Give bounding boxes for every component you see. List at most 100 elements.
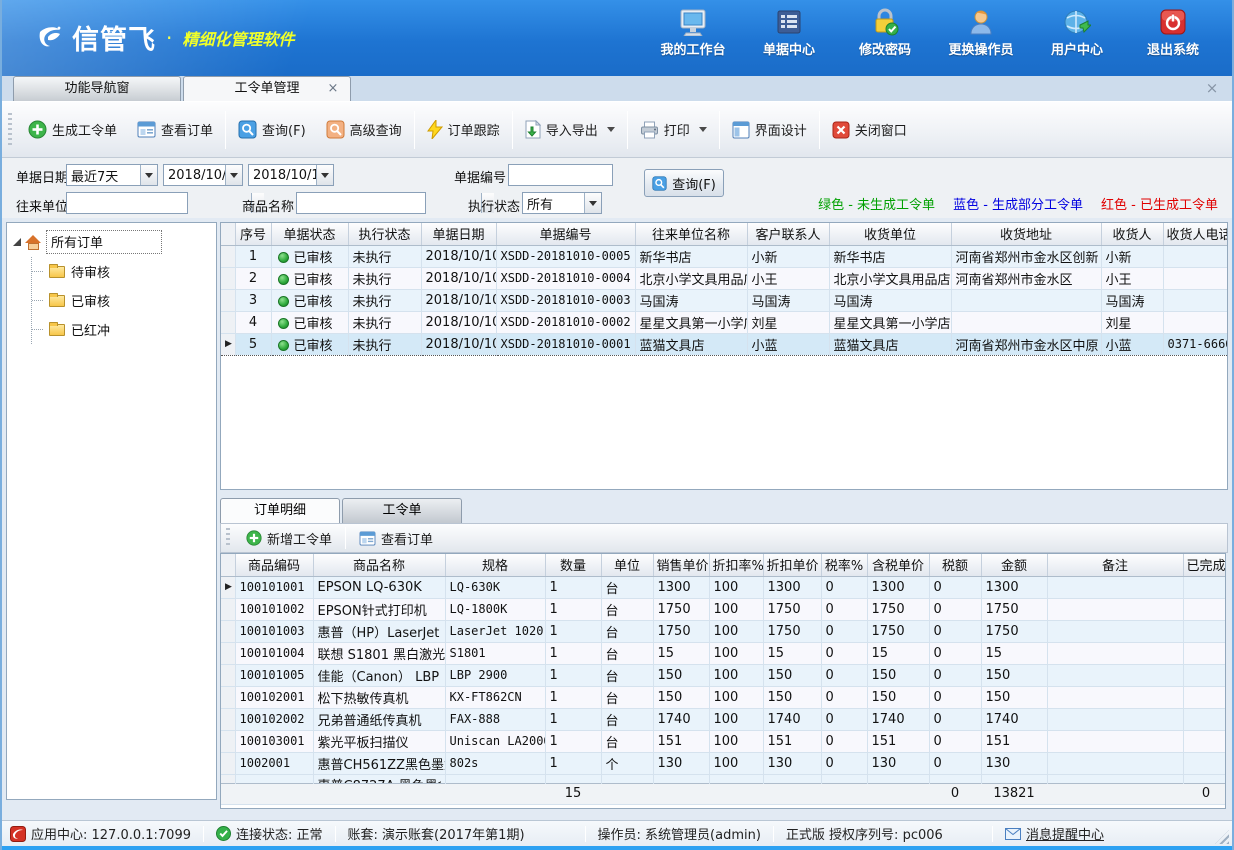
dropdown-arrow-icon[interactable] [225,165,242,185]
row-selector-cell [221,245,235,267]
tree-node-all-orders[interactable]: 所有订单 [7,227,216,257]
exec-status-combo[interactable]: 所有 [522,192,602,214]
row-selector-cell [221,267,235,289]
date-range-combo[interactable]: 最近7天 [66,164,158,186]
detail-row[interactable]: 100102002 兄弟普通纸传真机 FAX-888 1 台 1740 100 … [221,708,1226,730]
order-row[interactable]: 3 已审核 未执行 2018/10/10 XSDD-20181010-0003 … [221,289,1228,311]
column-header[interactable]: 商品编码 [235,554,313,576]
detail-row[interactable]: 100103001 紫光平板扫描仪 Uniscan LA2000 1 台 151… [221,730,1226,752]
tab-label: 工令单管理 [234,81,299,96]
order-row[interactable]: ▶ 5 已审核 未执行 2018/10/10 XSDD-20181010-000… [221,333,1228,355]
nav-my-workbench[interactable]: 我的工作台 [652,8,734,58]
column-header[interactable]: 收货地址 [951,223,1101,245]
tab-function-nav[interactable]: 功能导航窗 [13,76,181,101]
order-row[interactable]: 4 已审核 未执行 2018/10/10 XSDD-20181010-0002 … [221,311,1228,333]
close-window-button[interactable]: 关闭窗口 [822,110,917,150]
nav-change-password[interactable]: 修改密码 [844,8,926,58]
column-header[interactable]: 商品名称 [313,554,445,576]
column-header[interactable]: 数量 [545,554,601,576]
nav-switch-operator[interactable]: 更换操作员 [940,8,1022,58]
tree-node[interactable]: 已红冲 [32,315,216,344]
dropdown-arrow-icon[interactable] [316,165,333,185]
partner-input[interactable] [67,193,251,213]
partner-field[interactable]: … [66,192,188,214]
column-header[interactable]: 单据编号 [496,223,635,245]
order-tracking-button[interactable]: 订单跟踪 [417,110,510,150]
tab-order-detail[interactable]: 订单明细 [220,498,340,523]
printer-icon [640,121,659,139]
nav-exit-system[interactable]: 退出系统 [1132,8,1214,58]
brand: 信管飞 · 精细化管理软件 [36,18,294,57]
partial-detail-row[interactable]: 惠普C8727A 黑色墨盒 [221,774,1226,783]
tab-close-icon[interactable]: × [326,81,340,97]
column-header[interactable]: 折扣单价 [763,554,821,576]
column-header[interactable]: 收货单位 [829,223,951,245]
search-button[interactable]: 查询(F) [644,169,724,197]
tab-work-order-mgmt[interactable]: 工令单管理 × [183,76,351,101]
product-label: 商品名称 [242,196,294,215]
column-header[interactable]: 单位 [601,554,653,576]
detail-row[interactable]: 100101002 EPSON针式打印机 LQ-1800K 1 台 1750 1… [221,598,1226,620]
column-header[interactable]: 含税单价 [867,554,929,576]
column-header[interactable]: 单据日期 [421,223,496,245]
nav-user-center[interactable]: 用户中心 [1036,8,1118,58]
column-header[interactable]: 规格 [445,554,545,576]
tree-node[interactable]: 待审核 [32,257,216,286]
detail-row[interactable]: 100101004 联想 S1801 黑白激光 S1801 1 台 15 100… [221,642,1226,664]
column-header[interactable]: 往来单位名称 [635,223,747,245]
date-to-combo[interactable]: 2018/10/10 [248,164,334,186]
column-header[interactable]: 已完成 [1183,554,1226,576]
row-selector-cell [221,708,235,730]
column-header[interactable]: 单据状态 [271,223,348,245]
detail-tabs: 订单明细 工令单 [220,497,462,523]
dropdown-caret-icon[interactable] [607,127,615,132]
dropdown-caret-icon[interactable] [699,127,707,132]
advanced-query-button[interactable]: 高级查询 [316,110,412,150]
product-input[interactable] [297,193,481,213]
app-window: 信管飞 · 精细化管理软件 我的工作台 [0,0,1234,850]
query-button[interactable]: 查询(F) [228,110,316,150]
detail-row[interactable]: ▶ 100101001 EPSON LQ-630K LQ-630K 1 台 13… [221,576,1226,598]
order-row[interactable]: 2 已审核 未执行 2018/10/10 XSDD-20181010-0004 … [221,267,1228,289]
account-set-status: 账套: 演示账套(2017年第1期) [348,824,525,843]
row-selector-cell [221,730,235,752]
tab-work-order[interactable]: 工令单 [342,498,462,523]
dropdown-arrow-icon[interactable] [584,193,601,213]
column-header[interactable]: 备注 [1047,554,1183,576]
message-center-link[interactable]: 消息提醒中心 [1005,824,1104,843]
column-header[interactable]: 客户联系人 [747,223,829,245]
dropdown-arrow-icon[interactable] [140,165,157,185]
add-workorder-button[interactable]: 新增工令单 [236,529,342,548]
column-header[interactable]: 折扣率% [709,554,763,576]
generate-workorder-button[interactable]: 生成工令单 [18,110,127,150]
column-header[interactable]: 税额 [929,554,981,576]
column-header[interactable]: 税率% [821,554,867,576]
connection-status: 连接状态: 正常 [216,824,323,843]
tree-expander-icon[interactable] [13,238,21,246]
print-button[interactable]: 打印 [630,110,717,150]
column-header[interactable]: 序号 [235,223,271,245]
detail-row[interactable]: 100101005 佳能（Canon） LBP LBP 2900 1 台 150… [221,664,1226,686]
power-off-icon [1159,8,1187,36]
tabstrip-close-icon[interactable]: × [1204,80,1220,96]
column-header[interactable]: 收货人 [1101,223,1163,245]
tree-node[interactable]: 已审核 [32,286,216,315]
column-header[interactable]: 收货人电话 [1163,223,1228,245]
order-row[interactable]: 1 已审核 未执行 2018/10/10 XSDD-20181010-0005 … [221,245,1228,267]
view-order-button[interactable]: 查看订单 [349,529,443,548]
detail-row[interactable]: 1002001 惠普CH561ZZ黑色墨盒 802s 1 个 130 100 1… [221,752,1226,774]
detail-row[interactable]: 100101003 惠普（HP）LaserJet LaserJet 1020 1… [221,620,1226,642]
column-header[interactable]: 销售单价 [653,554,709,576]
column-header[interactable]: 金额 [981,554,1047,576]
product-field[interactable]: … [296,192,426,214]
nav-document-center[interactable]: 单据中心 [748,8,830,58]
brand-subtitle: 精细化管理软件 [182,26,294,50]
date-from-combo[interactable]: 2018/10/3 [163,164,243,186]
detail-row[interactable]: 100102001 松下热敏传真机 KX-FT862CN 1 台 150 100… [221,686,1226,708]
column-header[interactable]: 执行状态 [348,223,421,245]
import-export-button[interactable]: 导入导出 [515,110,625,150]
resize-grip[interactable] [1215,830,1229,844]
view-order-button[interactable]: 查看订单 [127,110,223,150]
doc-no-field[interactable] [508,164,613,186]
ui-design-button[interactable]: 界面设计 [722,110,817,150]
